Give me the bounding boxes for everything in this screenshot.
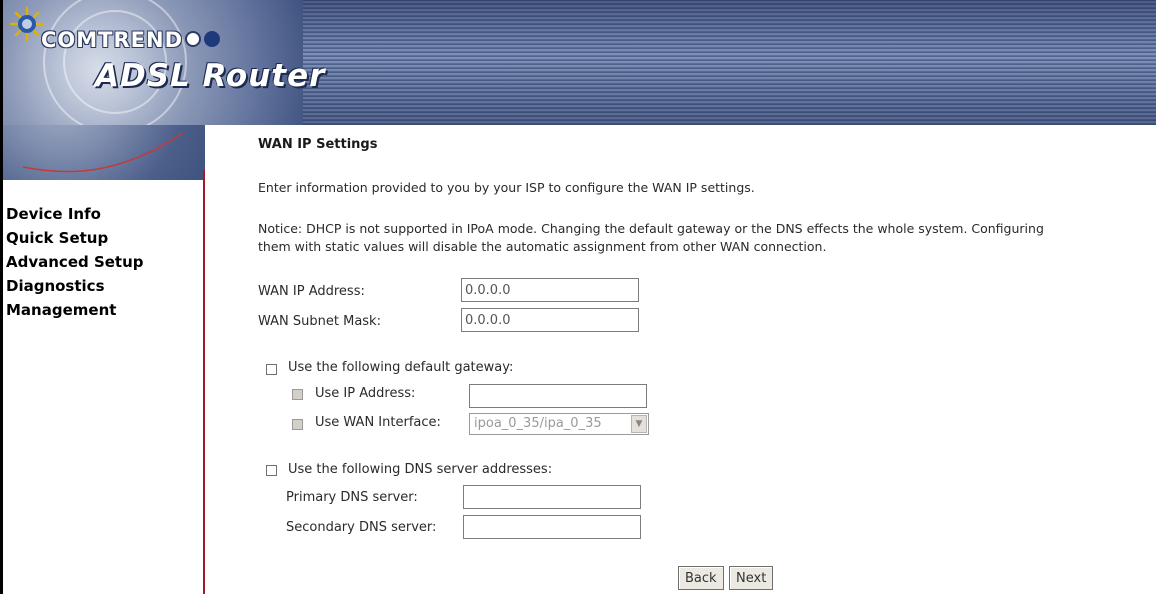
- wan-ip-label: WAN IP Address:: [258, 284, 365, 299]
- brand-dots: [185, 31, 223, 51]
- wan-ip-input[interactable]: [461, 278, 639, 302]
- wan-interface-select[interactable]: ipoa_0_35/ipa_0_35 ▼: [469, 413, 649, 435]
- next-button[interactable]: Next: [729, 566, 774, 590]
- nav-device-info[interactable]: Device Info: [6, 202, 144, 226]
- primary-dns-label: Primary DNS server:: [286, 490, 418, 505]
- primary-dns-input[interactable]: [463, 485, 641, 509]
- header-banner: COMTREND ADSL Router: [3, 0, 1156, 125]
- secondary-dns-input[interactable]: [463, 515, 641, 539]
- gateway-ip-input[interactable]: [469, 384, 647, 408]
- wan-interface-selected: ipoa_0_35/ipa_0_35: [474, 416, 602, 431]
- corner-graphic: [3, 125, 205, 180]
- sidebar-divider: [203, 170, 205, 594]
- back-button[interactable]: Back: [678, 566, 724, 590]
- nav-quick-setup[interactable]: Quick Setup: [6, 226, 144, 250]
- nav-management[interactable]: Management: [6, 298, 144, 322]
- dns-servers-label: Use the following DNS server addresses:: [288, 462, 553, 477]
- notice-line-1: Notice: DHCP is not supported in IPoA mo…: [258, 221, 1044, 236]
- default-gateway-checkbox[interactable]: [266, 364, 277, 375]
- sidebar-nav: Device Info Quick Setup Advanced Setup D…: [6, 202, 144, 322]
- page-title: WAN IP Settings: [258, 137, 378, 152]
- intro-text: Enter information provided to you by you…: [258, 180, 755, 195]
- nav-diagnostics[interactable]: Diagnostics: [6, 274, 144, 298]
- nav-advanced-setup[interactable]: Advanced Setup: [6, 250, 144, 274]
- use-wan-interface-label: Use WAN Interface:: [315, 415, 441, 430]
- comtrend-logo-icon: [9, 6, 45, 42]
- notice-line-2: them with static values will disable the…: [258, 239, 827, 254]
- default-gateway-label: Use the following default gateway:: [288, 360, 514, 375]
- use-ip-address-checkbox[interactable]: [292, 389, 303, 400]
- use-wan-interface-checkbox[interactable]: [292, 419, 303, 430]
- chevron-down-icon[interactable]: ▼: [631, 415, 647, 433]
- wan-subnet-mask-input[interactable]: [461, 308, 639, 332]
- brand-logo-text: COMTREND: [41, 28, 184, 52]
- use-ip-address-label: Use IP Address:: [315, 386, 416, 401]
- product-title: ADSL Router: [95, 58, 326, 94]
- wan-subnet-mask-label: WAN Subnet Mask:: [258, 314, 381, 329]
- secondary-dns-label: Secondary DNS server:: [286, 520, 437, 535]
- dns-servers-checkbox[interactable]: [266, 465, 277, 476]
